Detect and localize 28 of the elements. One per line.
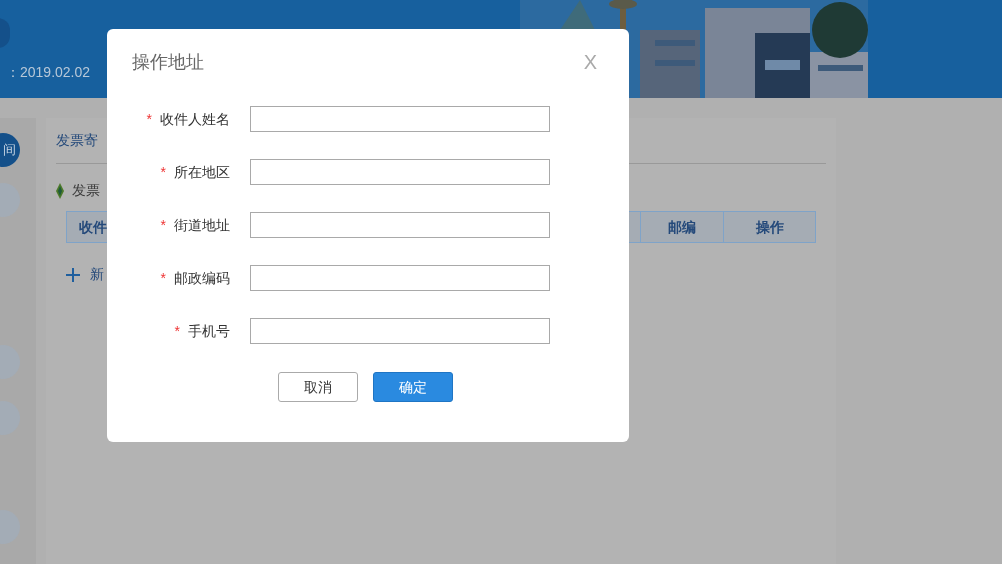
field-label: 收件人姓名: [160, 109, 230, 129]
column-header: 邮编: [640, 212, 723, 242]
date-text: ：2019.02.02: [6, 63, 91, 82]
add-link[interactable]: 新: [90, 264, 104, 285]
input-field[interactable]: [250, 159, 550, 185]
leaf-icon: [56, 182, 64, 199]
input-field[interactable]: [250, 318, 550, 344]
required-mark: *: [160, 268, 166, 288]
required-mark: *: [146, 109, 152, 129]
close-button[interactable]: X: [583, 47, 597, 77]
field-label: 邮政编码: [174, 268, 230, 288]
input-field[interactable]: [250, 212, 550, 238]
field-label: 手机号: [188, 321, 230, 341]
column-header: 操作: [723, 212, 815, 242]
dialog-title: 操作地址: [132, 50, 204, 74]
field-label: 所在地区: [174, 162, 230, 182]
field-label: 街道地址: [174, 215, 230, 235]
plus-icon[interactable]: [66, 267, 80, 282]
panel-title: 发票寄: [56, 131, 98, 150]
section-title: 发票: [72, 181, 100, 200]
required-mark: *: [160, 215, 166, 235]
input-field[interactable]: [250, 265, 550, 291]
required-mark: *: [174, 321, 180, 341]
confirm-button[interactable]: 确定: [372, 372, 453, 402]
input-field[interactable]: [250, 106, 550, 132]
cancel-button[interactable]: 取消: [277, 372, 358, 402]
required-mark: *: [160, 162, 166, 182]
column-header: 收件: [79, 217, 107, 237]
